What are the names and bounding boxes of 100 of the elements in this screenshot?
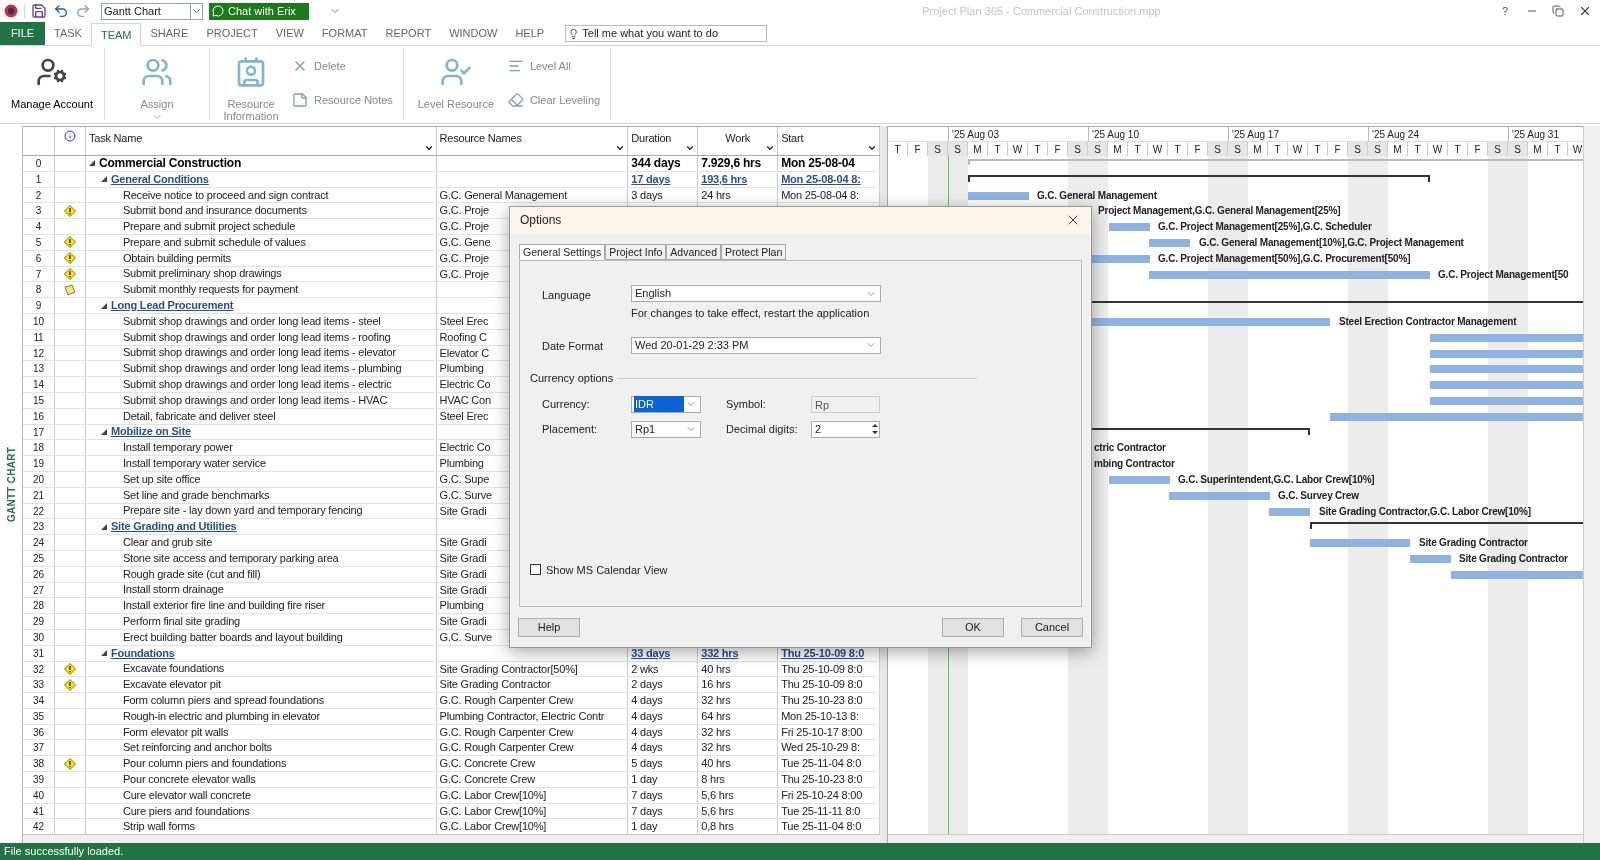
chat-button[interactable]: Chat with Erix [209,2,309,20]
ribbon-tab[interactable]: PROJECT [197,22,267,45]
view-selector[interactable]: Gantt Chart [101,2,203,20]
column-header[interactable]: Work [698,127,779,155]
dialog-tab[interactable]: Project Info [605,244,667,260]
task-name: Commercial Construction [98,156,242,171]
field-label: Date Format [542,338,605,354]
file-tab[interactable]: FILE [0,22,45,45]
task-bar [1149,239,1190,247]
task-name: Submit bond and insurance documents [122,203,307,219]
resource-name: G.C. Supe [439,472,490,485]
resource-name: Roofing C [439,330,487,343]
column-header[interactable]: Task Name [85,127,437,155]
task-bar [1109,475,1170,484]
dialog-button[interactable]: Cancel [1021,618,1083,637]
collapse-triangle-icon[interactable] [100,523,107,530]
sort-caret-icon[interactable] [423,143,434,153]
resource-name: Electric Co [439,378,491,391]
collapse-triangle-icon[interactable] [100,428,107,435]
collapse-triangle-icon[interactable] [100,650,107,657]
date-format-select[interactable]: Wed 20-01-29 2:33 PM [631,336,881,354]
currency-select[interactable]: IDR [631,395,701,413]
column-header[interactable]: Duration [628,127,699,155]
duration: 5 days [631,757,663,770]
ribbon-tab[interactable]: TASK [45,22,91,45]
row-number: 33 [23,677,55,693]
row-number: 2 [23,187,55,203]
row-number: 41 [23,803,55,819]
resource-name: Elevator C [439,346,489,359]
duration: 4 days [631,741,663,754]
work: 32 hrs [701,725,731,738]
task-name: Submit shop drawings and order long lead items - plumbing [122,361,402,377]
horizontal-scrollbar[interactable] [23,834,880,843]
ribbon-tab[interactable]: WINDOW [440,22,507,45]
week-label: '25 Aug 31 [1512,129,1559,140]
dialog-tab[interactable]: Advanced [666,244,722,260]
ribbon-tab[interactable]: REPORT [376,22,441,45]
sort-caret-icon[interactable] [765,143,776,153]
decimal-digits-spinner[interactable]: 2 [811,420,880,438]
dialog-tab[interactable]: Protect Plan [721,244,787,260]
restore-icon[interactable] [1552,5,1564,17]
duration: 7 days [631,804,663,817]
ribbon-tab[interactable]: VIEW [266,22,313,45]
row-number: 15 [23,392,55,408]
day-label: S [928,142,948,156]
hint-text: For changes to take effect, restart the application [631,306,871,321]
duration: 33 days [631,646,671,659]
column-header[interactable]: Resource Names [436,127,629,155]
eraser-icon [507,91,524,108]
start-date: Tue 25-11-11 8:0 [781,804,861,817]
ribbon-tab[interactable]: SHARE [141,22,198,45]
dialog-tab[interactable]: General Settings [519,244,606,260]
collapse-triangle-icon[interactable] [100,302,107,309]
resource-name: Site Grading Contractor [439,678,551,691]
dialog-button[interactable]: OK [942,618,1004,637]
sort-caret-icon[interactable] [685,143,696,153]
row-number: 40 [23,787,55,803]
resource-name: Electric Co [439,441,491,454]
week-label: '25 Aug 10 [1092,129,1139,140]
row-number: 17 [23,424,55,440]
row-number: 25 [23,550,55,566]
row-number: 4 [23,219,55,234]
work: 332 hrs [701,646,739,659]
sort-caret-icon[interactable] [867,143,877,153]
day-label: F [1328,142,1348,156]
bar-label: G.C. Project Management[25%],G.C. Scheduler [1158,220,1372,235]
ribbon-tab[interactable]: FORMAT [312,22,377,45]
ribbon-tab[interactable]: HELP [506,22,554,45]
close-icon[interactable] [1578,4,1592,18]
bar-label: G.C. General Management [1037,188,1157,203]
duration: 2 wks [631,662,659,675]
dialog-button[interactable]: Help [518,618,580,637]
task-name: Obtain building permits [122,250,231,266]
collapse-triangle-icon[interactable] [100,176,107,183]
row-number: 22 [23,503,55,519]
work: 193,6 hrs [701,172,748,185]
ribbon-tab[interactable]: TEAM [90,23,142,46]
vertical-scrollbar[interactable] [1583,126,1600,843]
task-bar [1269,507,1310,516]
help-button[interactable]: ? [1501,2,1508,20]
view-label: GANTT CHART [4,447,18,522]
resource-name: Site Gradi [439,551,487,564]
language-select[interactable]: English [631,285,881,302]
users-icon [141,56,173,88]
calendar-view-checkbox[interactable]: Show MS Calendar View [530,561,1059,578]
undo-icon[interactable] [53,3,69,19]
save-icon[interactable] [31,3,47,19]
tell-me-field[interactable]: Tell me what you want to do [565,25,768,42]
sort-caret-icon[interactable] [615,143,626,153]
day-label: F [908,142,928,156]
collapse-triangle-icon[interactable] [88,160,95,167]
spinner-arrows-icon[interactable] [871,422,879,436]
task-name: Stone site access and temporary parking area [122,550,339,566]
resource-name: Plumbing [439,362,484,375]
placement-select[interactable]: Rp1 [631,420,701,438]
resource-name: Site Gradi [439,583,487,596]
horizontal-scrollbar[interactable] [888,834,1583,843]
task-name: Set line and grade benchmarks [122,487,270,503]
row-number: 3 [23,203,55,219]
ribbon-button[interactable]: Manage Account [10,56,94,110]
